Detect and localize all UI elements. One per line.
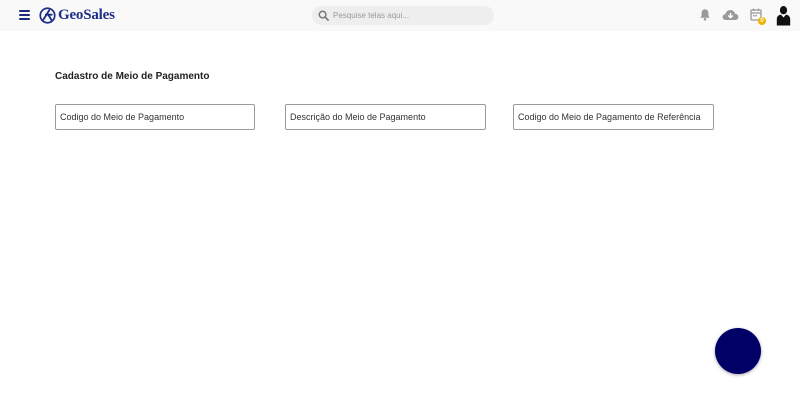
payment-code-input[interactable] bbox=[56, 112, 254, 122]
payment-description-field[interactable] bbox=[285, 104, 486, 130]
search-bar[interactable] bbox=[312, 6, 494, 25]
search-input[interactable] bbox=[333, 11, 483, 20]
app-logo[interactable]: GeoSales bbox=[39, 6, 115, 25]
reference-payment-code-field[interactable] bbox=[513, 104, 714, 130]
top-bar: GeoSales 0 bbox=[0, 0, 800, 31]
cloud-download-icon[interactable] bbox=[722, 9, 739, 21]
calendar-badge: 0 bbox=[758, 17, 766, 25]
reference-payment-code-input[interactable] bbox=[514, 112, 713, 122]
menu-icon[interactable] bbox=[19, 10, 30, 20]
page-title: Cadastro de Meio de Pagamento bbox=[55, 71, 210, 82]
user-avatar-icon[interactable] bbox=[776, 5, 791, 26]
logo-text: GeoSales bbox=[58, 7, 115, 23]
payment-code-field[interactable] bbox=[55, 104, 255, 130]
bell-icon[interactable] bbox=[699, 8, 711, 21]
geosales-logo-icon bbox=[39, 7, 56, 24]
payment-description-input[interactable] bbox=[286, 112, 485, 122]
search-icon bbox=[318, 10, 329, 21]
fab-button[interactable] bbox=[715, 328, 761, 374]
